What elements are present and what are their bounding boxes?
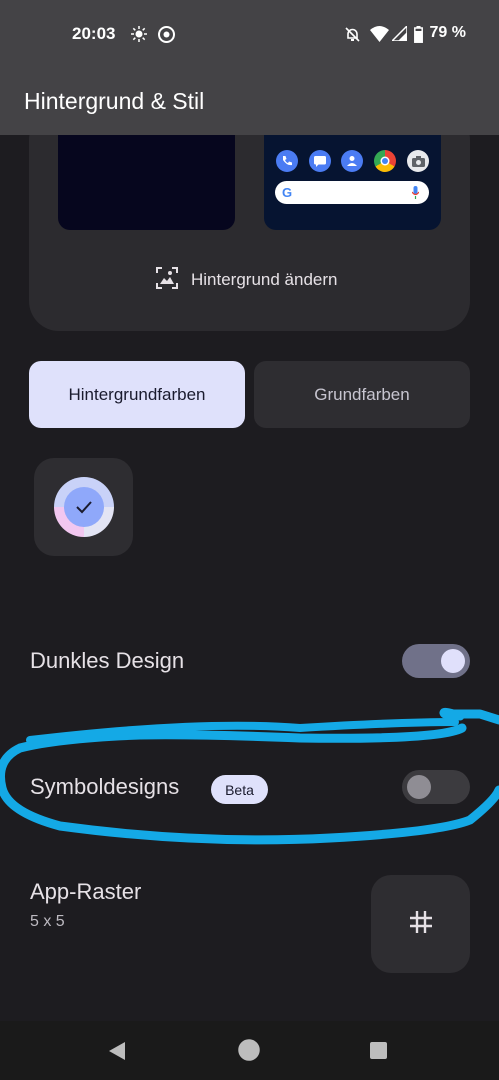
brightness-icon bbox=[131, 26, 147, 47]
wifi-icon bbox=[370, 26, 389, 47]
battery-percent: 79 % bbox=[429, 24, 466, 41]
contacts-icon bbox=[341, 150, 363, 172]
page-title: Hintergrund & Stil bbox=[24, 88, 205, 114]
dark-theme-label: Dunkles Design bbox=[30, 648, 185, 673]
app-grid-value: 5 x 5 bbox=[30, 913, 65, 930]
phone-icon bbox=[276, 150, 298, 172]
status-time: 20:03 bbox=[72, 24, 116, 43]
themed-icons-label: Symboldesigns bbox=[30, 774, 180, 799]
svg-text:G: G bbox=[282, 186, 292, 199]
change-wallpaper-button[interactable]: Hintergrund ändern bbox=[155, 266, 338, 295]
app-grid-label: App-Raster bbox=[30, 879, 142, 904]
color-option-swatch[interactable] bbox=[34, 458, 133, 556]
dark-theme-toggle[interactable] bbox=[402, 644, 470, 678]
recents-icon[interactable] bbox=[370, 1042, 387, 1064]
navigation-bar bbox=[0, 1021, 499, 1080]
change-wallpaper-label: Hintergrund ändern bbox=[191, 270, 338, 289]
app-grid-button[interactable] bbox=[371, 875, 470, 973]
wallpaper-icon bbox=[155, 266, 179, 295]
grid-icon bbox=[407, 908, 435, 941]
toggle-knob bbox=[441, 649, 465, 673]
signal-icon bbox=[390, 24, 408, 46]
chrome-app-icon bbox=[374, 150, 396, 172]
chrome-icon bbox=[158, 26, 175, 48]
battery-icon bbox=[414, 26, 423, 48]
home-icon[interactable] bbox=[238, 1039, 260, 1066]
tab-wallpaper-colors[interactable]: Hintergrundfarben bbox=[29, 361, 245, 428]
status-bar: 20:03 79 % bbox=[0, 0, 499, 68]
toggle-knob bbox=[407, 775, 431, 799]
messages-icon bbox=[309, 150, 331, 172]
do-not-disturb-off-icon bbox=[344, 26, 361, 48]
tab-basic-colors[interactable]: Grundfarben bbox=[254, 361, 470, 428]
beta-badge: Beta bbox=[211, 775, 268, 804]
color-swatch-icon bbox=[54, 477, 114, 537]
themed-icons-toggle[interactable] bbox=[402, 770, 470, 804]
lock-screen-preview[interactable] bbox=[58, 135, 235, 230]
home-search-bar: G bbox=[275, 181, 429, 204]
app-bar: Hintergrund & Stil bbox=[0, 68, 499, 135]
camera-icon bbox=[407, 150, 429, 172]
back-icon[interactable] bbox=[108, 1041, 126, 1066]
